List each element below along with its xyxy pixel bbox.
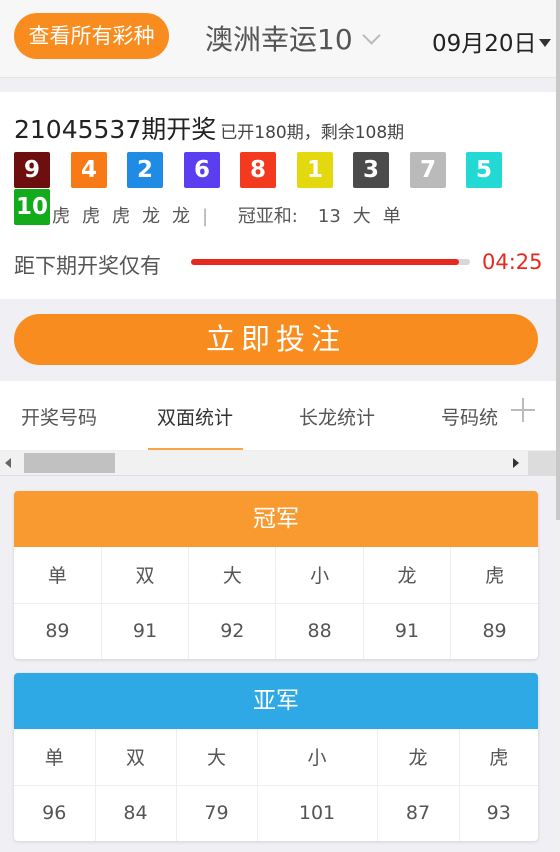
value-cell: 91	[101, 603, 190, 659]
scrollbar-corner	[528, 451, 556, 476]
number-ball: 3	[353, 152, 389, 188]
header-cell: 单	[14, 729, 96, 786]
dragon-tiger-2: 虎	[82, 206, 100, 227]
value-cell: 84	[95, 785, 177, 841]
tab-long-dragon-stats[interactable]: 长龙统计	[299, 403, 375, 430]
number-ball: 1	[297, 152, 333, 188]
runner-up-card: 亚军 单 双 大 小 龙 虎 96 84 79 101 87 93	[14, 673, 538, 841]
countdown-timer: 04:25	[482, 250, 543, 274]
header-cell: 小	[275, 547, 364, 604]
countdown-progress-bar	[191, 259, 470, 265]
lottery-title: 澳洲幸运10	[205, 23, 353, 56]
scrollbar-thumb[interactable]	[24, 453, 115, 473]
header-cell: 大	[176, 729, 258, 786]
value-cell: 93	[486, 802, 511, 825]
draw-result-panel: 21045537期开奖 已开180期，剩余108期 9 4 2 6 8 1 3 7 5 10 虎虎虎…	[0, 92, 556, 299]
table-header-row: 单 双 大 小 龙 虎	[14, 547, 538, 604]
stats-tabs: 开奖号码 双面统计 长龙统计 号码统	[0, 381, 556, 451]
number-ball: 8	[240, 152, 276, 188]
countdown-label: 距下期开奖仅有	[14, 254, 161, 278]
runner-up-stats-table: 单 双 大 小 龙 虎 96 84 79 101 87 93	[14, 729, 538, 841]
scroll-left-arrow-icon[interactable]	[5, 458, 11, 468]
dragon-tiger-4: 龙	[142, 206, 160, 227]
number-ball: 5	[466, 152, 502, 188]
header-cell: 小	[257, 729, 378, 786]
caret-down-icon	[538, 39, 551, 47]
dragon-tiger-3: 虎	[112, 206, 130, 227]
table-row: 96 84 79 101 87 93	[14, 785, 538, 841]
value-cell: 91	[363, 603, 452, 659]
horizontal-scrollbar[interactable]	[0, 451, 528, 476]
top-header: 查看所有彩种 澳洲幸运10 09月20日	[0, 0, 556, 78]
number-ball: 6	[184, 152, 220, 188]
issue-progress-text: 已开180期，剩余108期	[220, 123, 405, 143]
header-cell: 龙	[363, 547, 452, 604]
scroll-right-arrow-icon[interactable]	[513, 458, 519, 468]
champion-card: 冠军 单 双 大 小 龙 虎 89 91 92 88 91 89	[14, 491, 538, 659]
value-cell: 92	[188, 603, 277, 659]
dragon-tiger-5: 龙	[172, 206, 190, 227]
value-cell: 88	[275, 603, 364, 659]
date-label: 09月20日	[432, 31, 537, 57]
tab-draw-numbers[interactable]: 开奖号码	[21, 403, 97, 430]
header-cell: 虎	[459, 729, 538, 786]
chevron-down-icon	[361, 26, 381, 45]
draw-stats: 虎虎虎龙龙 | 冠亚和: 13 大单	[52, 202, 413, 228]
champion-stats-table: 单 双 大 小 龙 虎 89 91 92 88 91 89	[14, 547, 538, 659]
sum-value: 13	[317, 206, 341, 227]
value-cell: 96	[14, 785, 96, 841]
countdown-progress-fill	[191, 259, 459, 265]
value-cell: 87	[377, 785, 460, 841]
value-cell: 79	[176, 785, 258, 841]
vertical-scrollbar[interactable]	[556, 0, 560, 852]
value-cell: 89	[14, 603, 102, 659]
number-ball: 4	[71, 152, 107, 188]
number-ball: 10	[14, 189, 50, 225]
sum-parity: 单	[382, 206, 401, 227]
stats-divider: |	[202, 206, 209, 227]
add-tab-icon[interactable]	[508, 395, 538, 425]
view-all-lotteries-button[interactable]: 查看所有彩种	[14, 13, 169, 59]
header-cell: 单	[14, 547, 102, 604]
tab-number-stats[interactable]: 号码统	[441, 403, 498, 430]
table-row: 89 91 92 88 91 89	[14, 603, 538, 659]
value-cell: 89	[482, 620, 507, 643]
table-header-row: 单 双 大 小 龙 虎	[14, 729, 538, 786]
lottery-title-dropdown[interactable]: 澳洲幸运10	[205, 18, 381, 58]
card-title: 冠军	[14, 491, 538, 547]
issue-number: 21045537期开奖	[14, 115, 217, 144]
number-ball: 7	[410, 152, 446, 188]
header-cell: 双	[95, 729, 177, 786]
number-ball: 2	[127, 152, 163, 188]
sum-label: 冠亚和:	[237, 206, 298, 227]
value-cell: 101	[257, 785, 378, 841]
date-picker[interactable]: 09月20日	[432, 24, 551, 58]
header-cell: 大	[188, 547, 277, 604]
place-bet-button[interactable]: 立即投注	[14, 314, 538, 365]
header-cell: 双	[101, 547, 190, 604]
card-title: 亚军	[14, 673, 538, 729]
header-cell: 龙	[377, 729, 460, 786]
active-tab-indicator	[148, 448, 243, 450]
issue-line: 21045537期开奖 已开180期，剩余108期	[14, 110, 404, 146]
header-cell: 虎	[450, 547, 538, 604]
number-ball: 9	[14, 152, 50, 188]
dragon-tiger-1: 虎	[52, 206, 70, 227]
sum-size: 大	[352, 206, 371, 227]
vertical-scrollbar-thumb[interactable]	[556, 0, 560, 520]
tab-two-sided-stats[interactable]: 双面统计	[157, 403, 233, 430]
